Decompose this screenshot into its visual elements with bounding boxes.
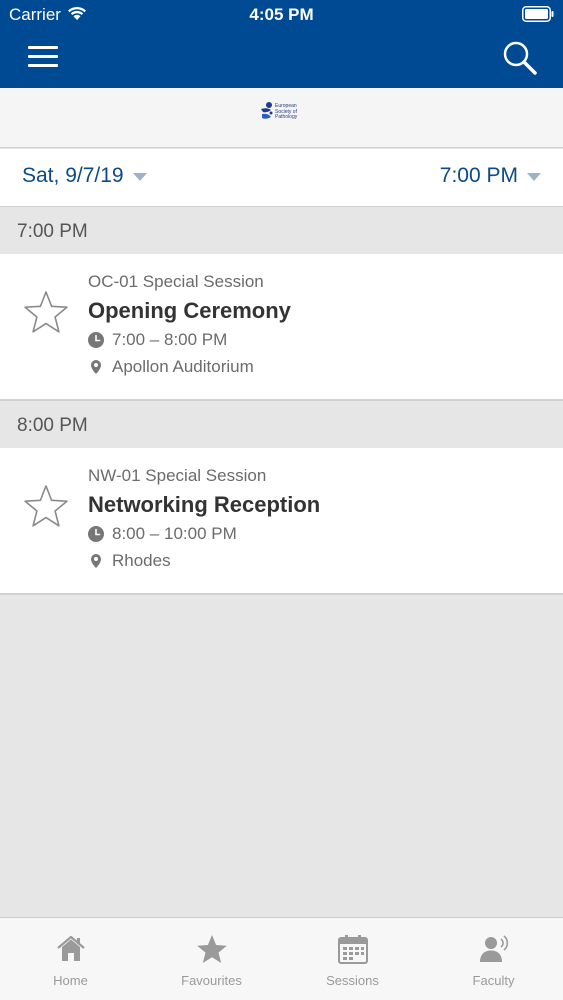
search-icon[interactable]	[501, 39, 539, 77]
time-section-header: 8:00 PM	[0, 402, 563, 448]
time-filter-value: 7:00 PM	[439, 164, 518, 187]
favourite-star-icon[interactable]	[23, 483, 69, 529]
clock-icon	[88, 332, 104, 348]
tab-home-label: Home	[53, 973, 88, 988]
hamburger-menu-icon[interactable]	[26, 42, 60, 72]
star-icon	[196, 935, 227, 963]
nav-bar	[0, 30, 563, 88]
battery-icon	[522, 6, 554, 22]
session-location-row: Rhodes	[88, 551, 171, 571]
session-card[interactable]: NW-01 Special Session Networking Recepti…	[0, 448, 563, 595]
session-title: Opening Ceremony	[88, 298, 291, 323]
status-bar: Carrier 4:05 PM	[0, 0, 563, 30]
session-time-row: 7:00 – 8:00 PM	[88, 330, 227, 350]
esp-logo: European Society of Pathology	[259, 101, 309, 135]
tab-faculty-label: Faculty	[472, 973, 515, 988]
home-icon	[56, 935, 85, 961]
logo-text: European Society of Pathology	[275, 103, 298, 120]
logo-bar: European Society of Pathology	[0, 88, 563, 148]
date-filter-dropdown[interactable]: Sat, 9/7/19	[22, 164, 147, 188]
tab-bar: Home Favourites Sessions Faculty	[0, 917, 563, 1000]
session-location-row: Apollon Auditorium	[88, 357, 254, 377]
session-time: 7:00 – 8:00 PM	[112, 330, 228, 349]
session-title: Networking Reception	[88, 492, 321, 517]
chevron-down-icon	[132, 173, 147, 181]
clock-icon	[88, 526, 104, 542]
session-code: NW-01 Special Session	[88, 466, 267, 485]
tab-faculty[interactable]: Faculty	[423, 918, 563, 1000]
favourite-star-icon[interactable]	[23, 289, 69, 335]
esp-logo-mark-icon	[261, 102, 273, 119]
session-location: Apollon Auditorium	[112, 357, 254, 376]
calendar-icon	[337, 935, 368, 964]
tab-home[interactable]: Home	[0, 918, 141, 1000]
session-code: OC-01 Special Session	[88, 272, 264, 291]
tab-favourites[interactable]: Favourites	[141, 918, 282, 1000]
tab-sessions-label: Sessions	[326, 973, 379, 988]
date-filter-value: Sat, 9/7/19	[22, 164, 124, 187]
tab-sessions[interactable]: Sessions	[282, 918, 423, 1000]
location-pin-icon	[91, 360, 101, 374]
time-section-header: 7:00 PM	[0, 208, 563, 254]
clock: 4:05 PM	[249, 5, 314, 24]
session-card[interactable]: OC-01 Special Session Opening Ceremony 7…	[0, 254, 563, 401]
speaker-icon	[479, 935, 508, 962]
session-location: Rhodes	[112, 551, 171, 570]
tab-favourites-label: Favourites	[181, 973, 242, 988]
time-filter-dropdown[interactable]: 7:00 PM	[440, 164, 541, 188]
chevron-down-icon	[527, 173, 541, 181]
filter-bar: Sat, 9/7/19 7:00 PM	[0, 149, 563, 207]
location-pin-icon	[91, 554, 101, 568]
session-time: 8:00 – 10:00 PM	[112, 524, 237, 543]
session-time-row: 8:00 – 10:00 PM	[88, 524, 237, 544]
